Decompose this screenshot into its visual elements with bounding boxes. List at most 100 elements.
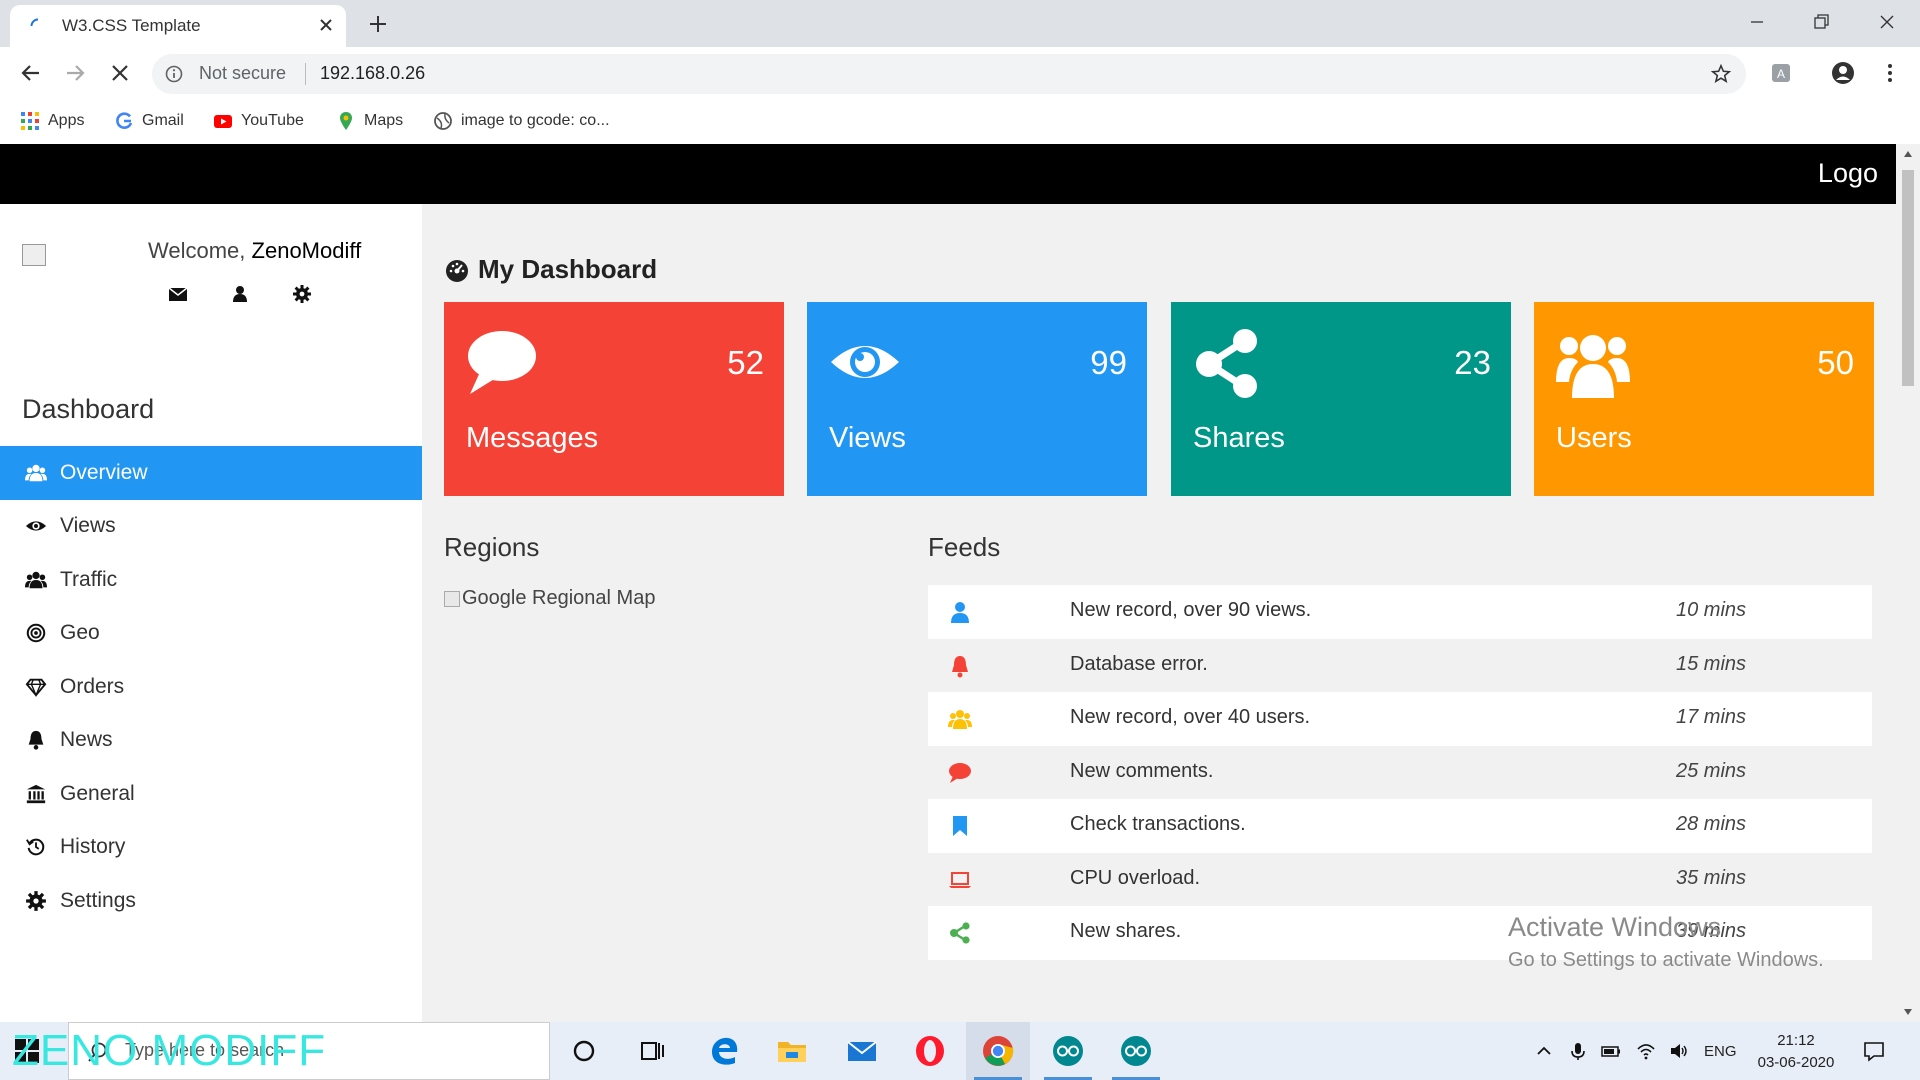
sidebar-item-history[interactable]: History: [0, 821, 422, 875]
clock-time: 21:12: [1777, 1032, 1815, 1049]
bookmark-label: YouTube: [241, 112, 304, 129]
sidebar-item-settings[interactable]: Settings: [0, 874, 422, 928]
feed-time: 15 mins: [1676, 652, 1747, 675]
taskbar-edge[interactable]: [692, 1022, 756, 1080]
tray-volume[interactable]: [1669, 1022, 1689, 1080]
url-text[interactable]: 192.168.0.26: [320, 63, 425, 84]
watermark-title: Activate Windows: [1508, 912, 1722, 942]
globe-icon: [434, 112, 452, 130]
tray-battery[interactable]: [1601, 1022, 1621, 1080]
language-label: ENG: [1704, 1042, 1737, 1060]
close-window-icon[interactable]: [1872, 8, 1902, 36]
google-icon: [116, 112, 133, 129]
sidebar-item-label: History: [60, 835, 126, 859]
tray-wifi[interactable]: [1636, 1022, 1656, 1080]
bookmark-image-to-gcode[interactable]: image to gcode: co...: [433, 109, 610, 133]
tray-microphone[interactable]: [1568, 1022, 1588, 1080]
profile-icon[interactable]: [1830, 60, 1856, 86]
bookmark-star-icon[interactable]: [1710, 63, 1732, 85]
opera-icon: [916, 1036, 944, 1066]
back-arrow-icon[interactable]: [18, 60, 44, 86]
bell-icon: [952, 655, 968, 677]
users-icon: [1556, 335, 1630, 398]
sidebar-item-news[interactable]: News: [0, 714, 422, 768]
share-icon: [950, 922, 970, 944]
card-messages[interactable]: 52 Messages: [444, 302, 784, 496]
feed-text: New record, over 90 views.: [1070, 599, 1312, 621]
sidebar-item-views[interactable]: Views: [0, 500, 422, 554]
menu-dots-icon[interactable]: [1877, 60, 1903, 86]
card-value: 50: [1817, 344, 1854, 381]
extension-icon[interactable]: A: [1768, 60, 1794, 86]
logo-text[interactable]: Logo: [1818, 158, 1878, 189]
card-value: 52: [727, 344, 764, 381]
sidebar-item-overview[interactable]: Overview: [0, 446, 422, 500]
envelope-icon[interactable]: [168, 284, 188, 304]
bookmark-maps[interactable]: Maps: [336, 109, 403, 133]
new-tab-icon[interactable]: [366, 12, 390, 36]
eye-icon: [831, 346, 899, 378]
scroll-up-arrow-icon[interactable]: [1903, 150, 1913, 158]
info-icon[interactable]: [165, 65, 183, 83]
dashboard-gauge-icon: [446, 259, 468, 282]
bullseye-icon: [24, 621, 48, 645]
bookmark-label: Gmail: [142, 112, 184, 129]
minimize-icon[interactable]: [1742, 8, 1772, 36]
share-icon: [1196, 329, 1257, 398]
chrome-icon: [983, 1036, 1014, 1066]
task-view-button[interactable]: [620, 1022, 684, 1080]
table-row: New record, over 40 users. 17 mins: [928, 692, 1872, 746]
card-value: 23: [1454, 344, 1491, 381]
feed-time: 25 mins: [1676, 759, 1747, 782]
tray-language[interactable]: ENG: [1704, 1022, 1737, 1080]
card-views[interactable]: 99 Views: [807, 302, 1147, 496]
address-bar[interactable]: Not secure 192.168.0.26: [152, 54, 1746, 94]
table-row: Database error. 15 mins: [928, 639, 1872, 693]
bookmark-youtube[interactable]: YouTube: [213, 109, 304, 133]
sidebar-item-geo[interactable]: Geo: [0, 607, 422, 661]
browser-tabbar: W3.CSS Template: [0, 0, 1920, 47]
user-icon[interactable]: [230, 284, 250, 304]
comment-icon: [468, 331, 536, 394]
activate-windows-watermark: Activate Windows Go to Settings to activ…: [1508, 912, 1824, 972]
scroll-down-arrow-icon[interactable]: [1903, 1008, 1913, 1016]
taskbar-file-explorer[interactable]: [760, 1022, 824, 1080]
card-users[interactable]: 50 Users: [1534, 302, 1874, 496]
scrollbar-thumb[interactable]: [1902, 170, 1914, 386]
bookmark-apps[interactable]: Apps: [20, 109, 84, 133]
card-shares[interactable]: 23 Shares: [1171, 302, 1511, 496]
microphone-icon: [1571, 1043, 1585, 1060]
feeds-title: Feeds: [928, 532, 1001, 562]
sidebar-item-orders[interactable]: Orders: [0, 660, 422, 714]
taskbar-chrome[interactable]: [966, 1022, 1030, 1080]
feed-time: 17 mins: [1676, 706, 1747, 728]
card-label: Messages: [466, 422, 599, 454]
action-center-button[interactable]: [1862, 1022, 1886, 1080]
cortana-button[interactable]: [552, 1022, 616, 1080]
gear-icon[interactable]: [292, 284, 312, 304]
taskbar-mail[interactable]: [830, 1022, 894, 1080]
arduino-icon: [1121, 1036, 1151, 1066]
taskbar-clock[interactable]: 21:12 03-06-2020: [1738, 1030, 1854, 1074]
stop-loading-icon[interactable]: [107, 60, 133, 86]
username: ZenoModiff: [251, 238, 362, 263]
page-scrollbar[interactable]: [1896, 144, 1920, 1022]
restore-icon[interactable]: [1806, 8, 1836, 36]
users-icon: [24, 461, 48, 485]
feed-time: 35 mins: [1676, 866, 1747, 889]
taskbar-arduino-2[interactable]: [1104, 1022, 1168, 1080]
tray-overflow-chevron[interactable]: [1534, 1022, 1554, 1080]
maps-pin-icon: [340, 112, 352, 130]
forward-arrow-icon[interactable]: [62, 60, 88, 86]
close-tab-icon[interactable]: [316, 15, 336, 35]
bookmark-gmail[interactable]: Gmail: [114, 109, 184, 133]
sidebar-item-general[interactable]: General: [0, 767, 422, 821]
taskbar-arduino-1[interactable]: [1036, 1022, 1100, 1080]
browser-tab[interactable]: W3.CSS Template: [10, 5, 346, 47]
sidebar-menu: Overview Views Traffic Geo Orders News G…: [0, 446, 422, 928]
taskbar-opera[interactable]: [898, 1022, 962, 1080]
table-row: New record, over 90 views. 10 mins: [928, 585, 1872, 639]
sidebar-item-label: General: [60, 781, 135, 805]
sidebar-item-traffic[interactable]: Traffic: [0, 553, 422, 607]
apps-grid-icon: [21, 112, 39, 130]
